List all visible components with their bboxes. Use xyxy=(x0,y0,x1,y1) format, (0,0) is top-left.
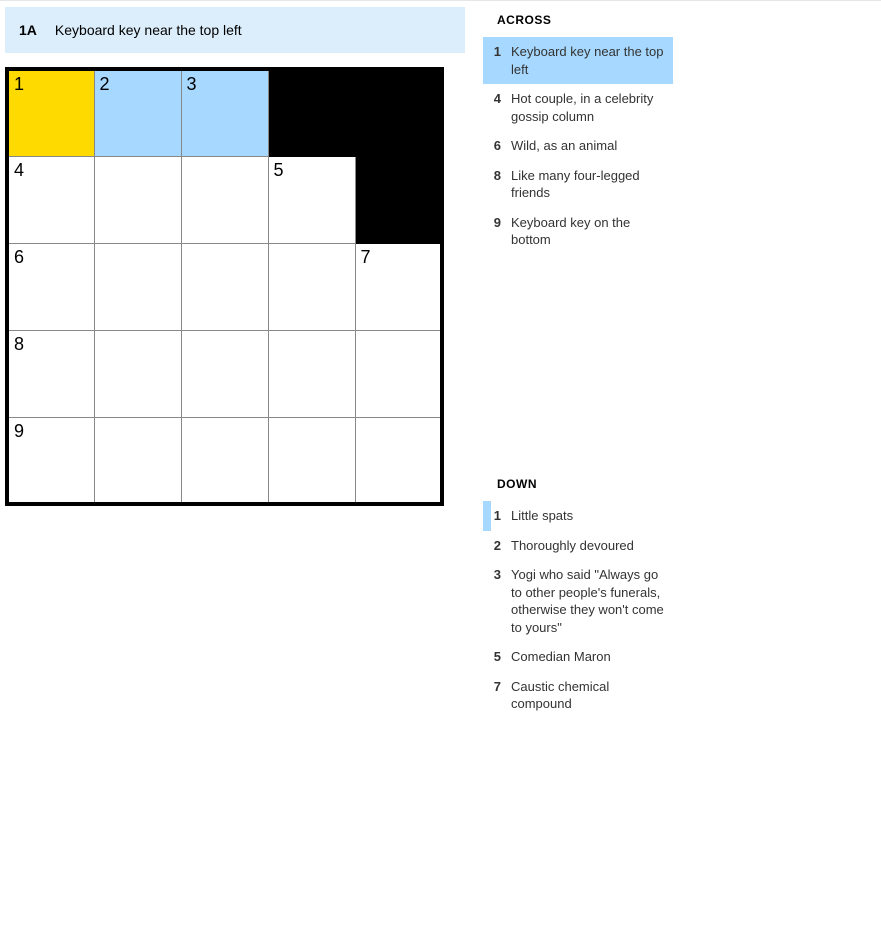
down-scroll[interactable]: 1Little spats2Thoroughly devoured3Yogi w… xyxy=(483,501,673,941)
clue-number: 2 xyxy=(483,537,511,555)
clue-number: 4 xyxy=(483,90,511,108)
cell-r1-c4 xyxy=(355,156,442,243)
clue-text: Little spats xyxy=(511,507,667,525)
across-scroll[interactable]: 1Keyboard key near the top left4Hot coup… xyxy=(483,37,673,477)
down-clue-7[interactable]: 7Caustic chemical compound xyxy=(483,672,673,719)
clue-text: Hot couple, in a celebrity gossip column xyxy=(511,90,667,125)
cell-r4-c0[interactable]: 9 xyxy=(7,417,94,504)
cell-r3-c4[interactable] xyxy=(355,330,442,417)
cell-r3-c1[interactable] xyxy=(94,330,181,417)
clue-text: Wild, as an animal xyxy=(511,137,667,155)
clue-number: 5 xyxy=(483,648,511,666)
clue-number: 7 xyxy=(483,678,511,696)
cell-r2-c0[interactable]: 6 xyxy=(7,243,94,330)
cell-r2-c2[interactable] xyxy=(181,243,268,330)
cell-r0-c0[interactable]: 1 xyxy=(7,69,94,156)
cell-r1-c3[interactable]: 5 xyxy=(268,156,355,243)
cell-r4-c3[interactable] xyxy=(268,417,355,504)
down-heading: DOWN xyxy=(483,477,673,491)
down-clue-3[interactable]: 3Yogi who said "Always go to other peopl… xyxy=(483,560,673,642)
clue-text: Thoroughly devoured xyxy=(511,537,667,555)
cell-number: 3 xyxy=(187,74,197,95)
current-clue-text: Keyboard key near the top left xyxy=(55,22,242,38)
clue-text: Keyboard key near the top left xyxy=(511,43,667,78)
across-clue-1[interactable]: 1Keyboard key near the top left xyxy=(483,37,673,84)
across-clue-9[interactable]: 9Keyboard key on the bottom xyxy=(483,208,673,255)
clue-number: 8 xyxy=(483,167,511,185)
current-clue-label: 1A xyxy=(19,22,37,38)
cell-r3-c0[interactable]: 8 xyxy=(7,330,94,417)
down-column: DOWN 1Little spats2Thoroughly devoured3Y… xyxy=(483,477,673,941)
clue-number: 1 xyxy=(483,43,511,61)
cell-r1-c2[interactable] xyxy=(181,156,268,243)
across-column: ACROSS 1Keyboard key near the top left4H… xyxy=(483,13,673,477)
cell-r4-c1[interactable] xyxy=(94,417,181,504)
down-clue-5[interactable]: 5Comedian Maron xyxy=(483,642,673,672)
left-panel: 1A Keyboard key near the top left 1 2 3 4 5 6… xyxy=(5,7,465,506)
cell-number: 1 xyxy=(14,74,24,95)
cell-r4-c4[interactable] xyxy=(355,417,442,504)
cell-number: 9 xyxy=(14,421,24,442)
current-clue-bar[interactable]: 1A Keyboard key near the top left xyxy=(5,7,465,53)
down-clue-list: 1Little spats2Thoroughly devoured3Yogi w… xyxy=(483,501,673,719)
down-clue-2[interactable]: 2Thoroughly devoured xyxy=(483,531,673,561)
cell-r1-c0[interactable]: 4 xyxy=(7,156,94,243)
cell-r2-c3[interactable] xyxy=(268,243,355,330)
cell-r1-c1[interactable] xyxy=(94,156,181,243)
clue-text: Comedian Maron xyxy=(511,648,667,666)
cell-r0-c4 xyxy=(355,69,442,156)
cell-r0-c2[interactable]: 3 xyxy=(181,69,268,156)
clue-number: 1 xyxy=(491,507,511,525)
across-clue-6[interactable]: 6Wild, as an animal xyxy=(483,131,673,161)
cell-number: 2 xyxy=(100,74,110,95)
across-heading: ACROSS xyxy=(483,13,673,27)
cell-number: 7 xyxy=(361,247,371,268)
crossword-grid[interactable]: 1 2 3 4 5 6 7 8 9 xyxy=(5,67,444,506)
cell-number: 8 xyxy=(14,334,24,355)
clue-number: 9 xyxy=(483,214,511,232)
cell-r2-c4[interactable]: 7 xyxy=(355,243,442,330)
down-clue-1[interactable]: 1Little spats xyxy=(483,501,673,531)
cell-r0-c3 xyxy=(268,69,355,156)
clue-lists: ACROSS 1Keyboard key near the top left4H… xyxy=(483,7,876,13)
cell-r3-c3[interactable] xyxy=(268,330,355,417)
cell-r2-c1[interactable] xyxy=(94,243,181,330)
clue-text: Yogi who said "Always go to other people… xyxy=(511,566,667,636)
cell-number: 6 xyxy=(14,247,24,268)
grid-container: 1 2 3 4 5 6 7 8 9 xyxy=(5,67,465,506)
cell-r3-c2[interactable] xyxy=(181,330,268,417)
cell-number: 4 xyxy=(14,160,24,181)
clue-text: Like many four-legged friends xyxy=(511,167,667,202)
cell-number: 5 xyxy=(274,160,284,181)
clue-text: Caustic chemical compound xyxy=(511,678,667,713)
clue-number: 6 xyxy=(483,137,511,155)
cell-r4-c2[interactable] xyxy=(181,417,268,504)
crossword-page: 1A Keyboard key near the top left 1 2 3 4 5 6… xyxy=(0,0,881,502)
across-clue-4[interactable]: 4Hot couple, in a celebrity gossip colum… xyxy=(483,84,673,131)
across-clue-8[interactable]: 8Like many four-legged friends xyxy=(483,161,673,208)
across-clue-list: 1Keyboard key near the top left4Hot coup… xyxy=(483,37,673,255)
cell-r0-c1[interactable]: 2 xyxy=(94,69,181,156)
clue-number: 3 xyxy=(483,566,511,584)
clue-text: Keyboard key on the bottom xyxy=(511,214,667,249)
